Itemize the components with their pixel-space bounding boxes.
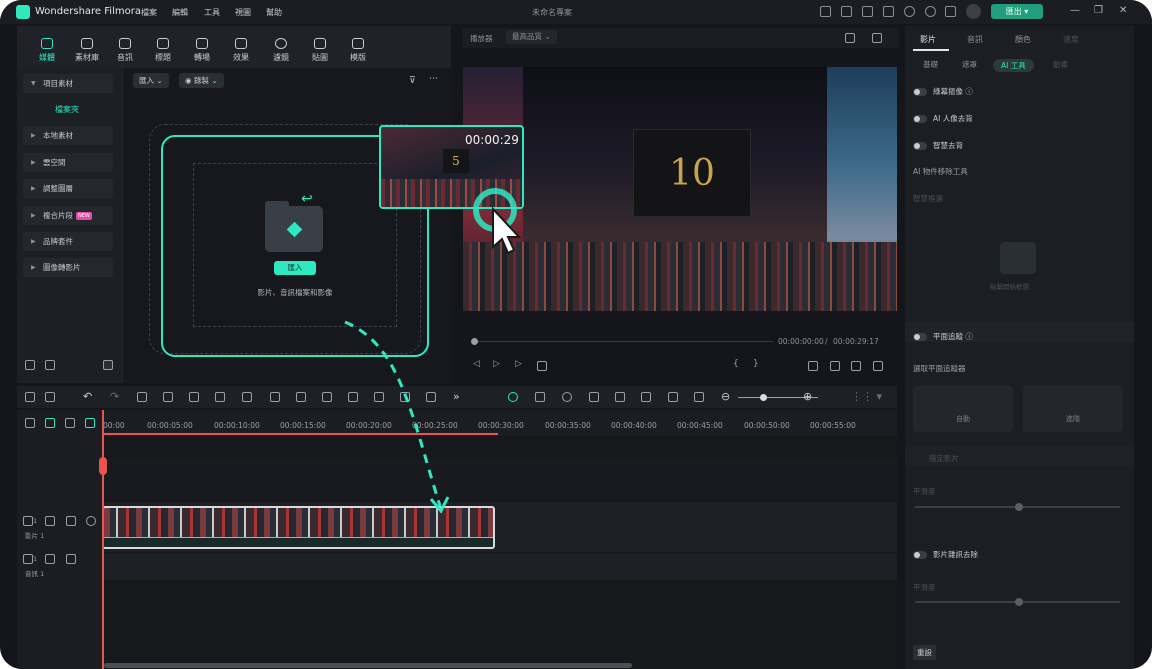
- filmora-window: Wondershare Filmora 檔案 編輯 工具 視圖 幫助 未命名專案…: [0, 0, 1152, 669]
- dashed-path: [344, 320, 442, 507]
- drag-path-arrow: [344, 320, 450, 514]
